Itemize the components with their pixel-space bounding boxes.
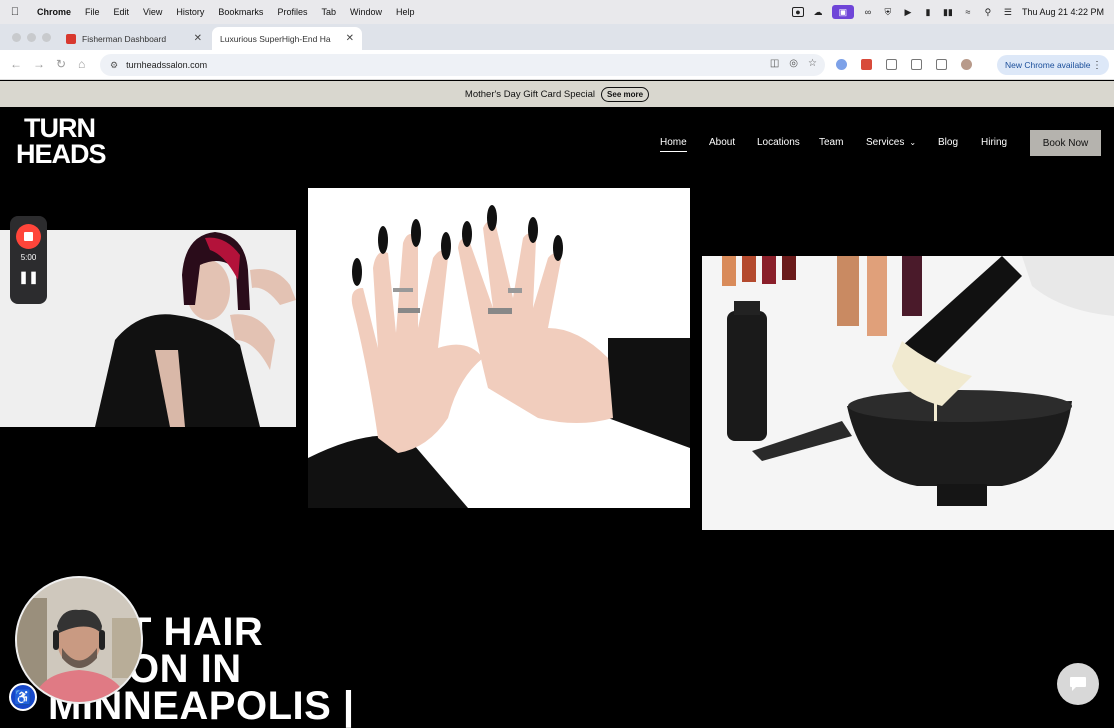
tab-label: Luxurious SuperHigh-End Ha [220,33,331,44]
site-settings-icon[interactable]: ⚙ [110,60,118,71]
nav-blog[interactable]: Blog [938,137,958,148]
recording-timer: 5:00 [20,253,37,262]
menu-file[interactable]: File [78,7,107,17]
turnheads-logo[interactable]: TURN HEADS [16,113,116,172]
cast-icon[interactable]: ◫ [770,58,779,69]
play-icon[interactable]: ▶ [902,7,914,17]
control-center-icon[interactable]: ☰ [1002,7,1014,17]
menu-clock[interactable]: Thu Aug 21 4:22 PM [1022,7,1104,17]
menu-profiles[interactable]: Profiles [270,7,314,17]
chat-bubble-icon[interactable] [1057,663,1099,705]
screen-recorder-widget: 5:00 ❚❚ [10,216,47,304]
window-controls [12,33,51,42]
logo-bottom-word: HEADS [16,139,107,169]
menu-window[interactable]: Window [343,7,389,17]
see-more-button[interactable]: See more [601,86,650,102]
nails-hands-photo [308,188,690,508]
menu-status-area: ● ☁ ▣ ∞ ⛨ ▶ ▮ ▮▮ ≈ ⚲ ☰ Thu Aug 21 4:22 P… [791,0,1104,24]
extension-3-icon[interactable] [886,59,897,70]
url-text[interactable]: turnheadssalon.com [126,60,207,70]
hair-color-bowl-photo [702,256,1114,530]
gmail-extension-icon[interactable] [861,59,872,70]
address-bar[interactable]: ⚙ turnheadssalon.com ◫ ◎ ☆ [100,54,825,76]
logo-top-word: TURN [24,113,96,143]
chevron-down-icon: ⌄ [909,138,917,147]
display-icon[interactable]: ▣ [831,5,854,19]
spotlight-search-icon[interactable]: ⚲ [982,7,994,17]
update-label: New Chrome available [1005,60,1091,70]
minimize-window-icon[interactable] [27,33,36,42]
maximize-window-icon[interactable] [42,33,51,42]
stop-icon [24,232,33,241]
extension-icons [836,59,972,70]
more-menu-icon[interactable]: ⋮ [1092,60,1102,71]
close-tab-icon[interactable]: ✕ [346,33,354,44]
webcam-bubble[interactable] [15,576,143,704]
fisherman-favicon-icon [66,33,76,44]
nav-hiring[interactable]: Hiring [981,137,1007,148]
browser-tab-strip: Fisherman Dashboard ✕ Luxurious SuperHig… [0,24,1114,66]
chrome-update-button[interactable]: New Chrome available ⋮ [997,55,1109,75]
extension-1-icon[interactable] [836,59,847,70]
promo-banner: Mother's Day Gift Card Special See more [0,81,1114,107]
nav-about[interactable]: About [709,137,735,148]
stop-recording-button[interactable] [16,224,41,249]
glasses-icon[interactable]: ∞ [862,7,874,17]
shield-icon[interactable]: ⛨ [882,7,894,17]
menu-bookmarks[interactable]: Bookmarks [211,7,270,17]
nav-services[interactable]: Services ⌄ [866,137,916,148]
accessibility-icon[interactable]: ♿ [9,683,37,711]
browser-toolbar: ← → ↻ ⌂ ⚙ turnheadssalon.com ◫ ◎ ☆ New C… [0,50,1114,80]
promo-text: Mother's Day Gift Card Special [464,88,596,100]
menu-history[interactable]: History [169,7,211,17]
bookmark-star-icon[interactable]: ☆ [808,58,817,69]
battery-icon[interactable]: ▮▮ [942,7,954,17]
nav-locations[interactable]: Locations [757,137,800,148]
menu-edit[interactable]: Edit [107,7,137,17]
omnibox-actions: ◫ ◎ ☆ [770,58,817,69]
menu-app-name[interactable]: Chrome [30,7,78,17]
reload-icon[interactable]: ↻ [56,57,66,71]
lock-icon[interactable]: ▮ [922,7,934,17]
menu-view[interactable]: View [136,7,169,17]
apple-icon[interactable]:  [0,6,30,18]
tab-fisherman-dashboard[interactable]: Fisherman Dashboard ✕ [58,27,210,50]
close-tab-icon[interactable]: ✕ [194,33,202,44]
tab-turnheads-salon[interactable]: Luxurious SuperHigh-End Ha ✕ [212,27,362,50]
home-icon[interactable]: ⌂ [78,57,85,71]
side-panel-icon[interactable] [936,59,947,70]
tab-label: Fisherman Dashboard [82,33,167,44]
screen-record-icon[interactable]: ● [791,7,804,17]
menu-help[interactable]: Help [389,7,422,17]
pause-icon[interactable]: ❚❚ [10,270,47,284]
profile-avatar-icon[interactable] [961,59,972,70]
wifi-icon[interactable]: ≈ [962,7,974,17]
nav-home[interactable]: Home [660,137,687,152]
menu-tab[interactable]: Tab [314,7,343,17]
nav-services-label: Services [866,137,905,148]
book-now-button[interactable]: Book Now [1030,130,1101,156]
back-icon[interactable]: ← [10,57,22,71]
forward-icon[interactable]: → [33,57,45,71]
eye-off-icon[interactable]: ◎ [789,58,798,69]
macos-menu-bar:  Chrome File Edit View History Bookmark… [0,0,1114,24]
close-window-icon[interactable] [12,33,21,42]
cloud-icon[interactable]: ☁ [812,7,824,17]
extensions-puzzle-icon[interactable] [911,59,922,70]
nav-team[interactable]: Team [819,137,843,148]
